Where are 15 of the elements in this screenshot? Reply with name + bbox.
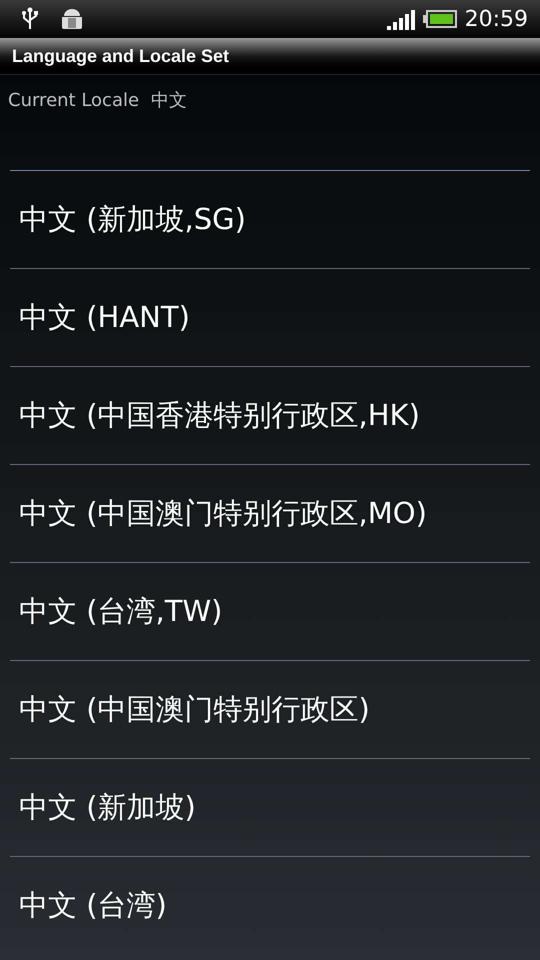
current-locale-value: 中文 xyxy=(151,88,188,112)
window-title: Language and Locale Set xyxy=(12,44,230,68)
locale-item[interactable]: 中文 (新加坡,SG) xyxy=(0,171,540,268)
signal-icon xyxy=(386,8,415,30)
locale-item[interactable]: 中文 (中国澳门特别行政区,MO) xyxy=(0,465,540,562)
locale-item[interactable]: 中文 (中国澳门特别行政区) xyxy=(0,661,540,758)
locale-item[interactable]: 中文 (台湾) xyxy=(0,857,540,954)
locale-item[interactable]: 中文 (台湾,TW) xyxy=(0,563,540,660)
current-locale-label: Current Locale xyxy=(8,88,140,112)
clock: 20:59 xyxy=(464,6,528,34)
usb-icon xyxy=(20,7,40,31)
locale-item[interactable]: 中文 (HANT) xyxy=(0,269,540,366)
locale-item[interactable]: 中文 (中国香港特别行政区,HK) xyxy=(0,367,540,464)
locale-item[interactable]: 中文 (新加坡) xyxy=(0,759,540,856)
battery-icon xyxy=(422,10,457,28)
